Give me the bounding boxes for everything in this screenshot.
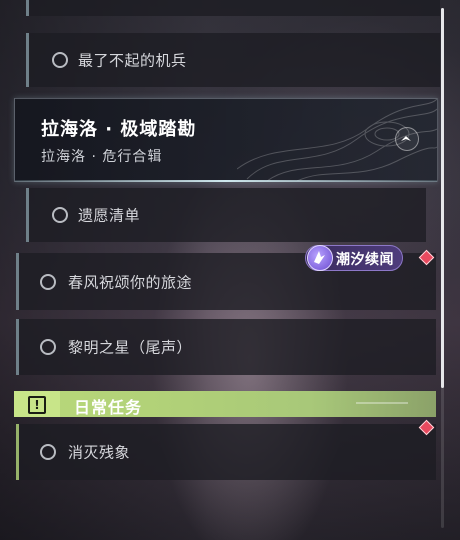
scrollbar-thumb[interactable] (441, 8, 444, 388)
quest-item-partial[interactable] (26, 0, 440, 16)
quest-label: 黎明之星（尾声） (68, 338, 193, 357)
status-circle-icon (40, 339, 56, 355)
quest-label: 遗愿清单 (78, 206, 141, 225)
section-title: 日常任务 (74, 398, 143, 417)
chapter-subtitle: 拉海洛 · 危行合辑 (41, 149, 163, 165)
chapter-card[interactable]: 拉海洛 · 极域踏勘 拉海洛 · 危行合辑 (14, 98, 438, 182)
item-accent-bar (26, 33, 29, 87)
quest-label: 消灭残象 (68, 443, 131, 462)
quest-label: 春风祝颂你的旅途 (68, 273, 193, 291)
chapter-title: 拉海洛 · 极域踏勘 (41, 119, 197, 140)
quest-item[interactable]: 遗愿清单 (26, 188, 426, 242)
card-glow-line (15, 180, 437, 182)
item-accent-bar (26, 188, 29, 242)
event-emblem-icon (307, 245, 333, 271)
alert-symbol: ! (34, 398, 40, 412)
quest-label: 最了不起的机兵 (78, 51, 187, 70)
item-accent-bar (26, 0, 29, 16)
status-circle-icon (52, 207, 68, 223)
event-badge-label: 潮汐续闻 (336, 252, 394, 268)
quest-item[interactable]: 最了不起的机兵 (26, 33, 440, 87)
item-accent-bar (16, 424, 19, 480)
alert-box-icon: ! (28, 396, 46, 414)
item-accent-bar (16, 319, 19, 375)
daily-quest-item[interactable]: 消灭残象 (16, 424, 436, 480)
daily-section-header[interactable]: ! 日常任务 (14, 391, 436, 417)
event-badge[interactable]: 潮汐续闻 (305, 245, 403, 271)
item-accent-bar (16, 253, 19, 310)
status-circle-icon (40, 273, 56, 290)
chevron-up-icon[interactable] (395, 127, 419, 151)
status-circle-icon (52, 52, 68, 68)
status-circle-icon (40, 444, 56, 460)
section-icon-area: ! (14, 391, 60, 417)
section-decoration (356, 402, 408, 404)
quest-item[interactable]: 黎明之星（尾声） (16, 319, 436, 375)
